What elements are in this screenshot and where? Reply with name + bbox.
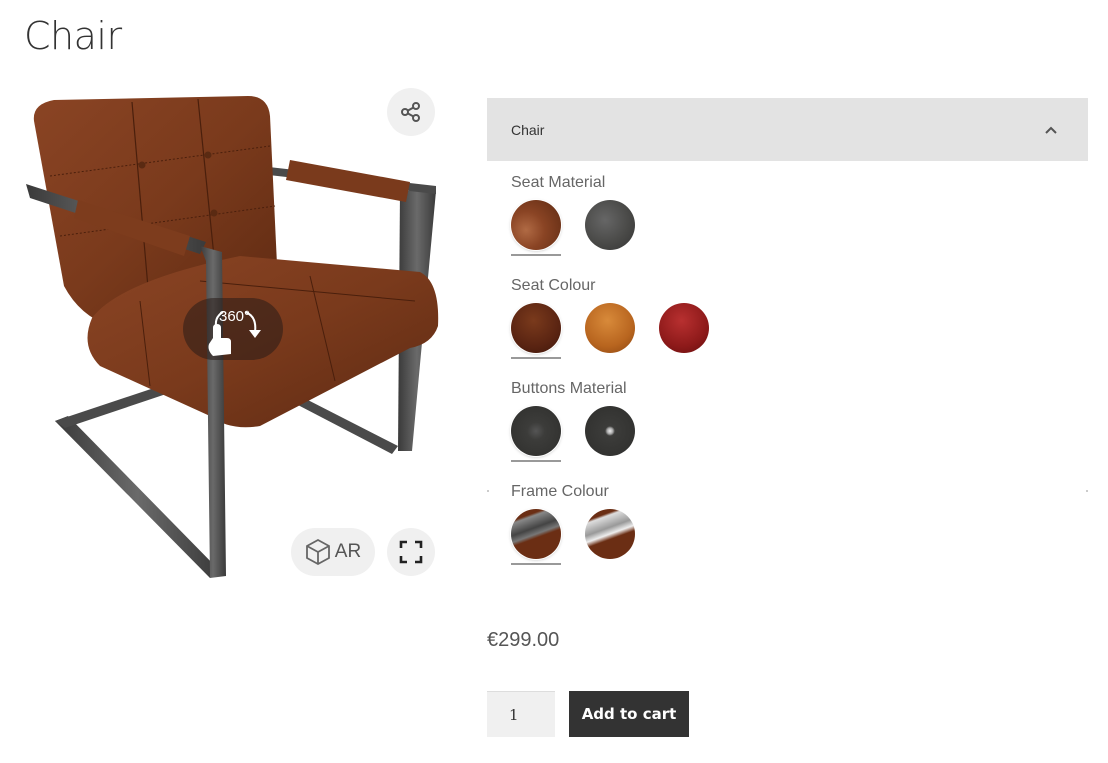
swatch-red[interactable] (659, 303, 709, 353)
cube-icon (305, 538, 330, 566)
share-button[interactable] (387, 88, 435, 136)
quantity-input[interactable] (487, 691, 555, 737)
option-group-seat-colour: Seat Colour (511, 277, 709, 359)
swatch-fabric-button[interactable] (511, 406, 561, 462)
product-price: €299.00 (487, 629, 560, 651)
swatch-chrome[interactable] (585, 509, 635, 559)
option-group-seat-material: Seat Material (511, 174, 635, 256)
rotate-360-hint: 360° (183, 298, 283, 360)
swatch-dark-brown[interactable] (511, 303, 561, 359)
ar-label: AR (334, 541, 362, 562)
swatch-metal-button[interactable] (585, 406, 635, 456)
fullscreen-icon (399, 540, 423, 564)
option-group-buttons-material: Buttons Material (511, 380, 635, 462)
swatch-dark-steel[interactable] (511, 509, 561, 565)
chevron-up-icon[interactable] (1044, 125, 1058, 135)
3d-viewer[interactable]: 360° AR (20, 86, 450, 586)
fullscreen-button[interactable] (387, 528, 435, 576)
swatch-tan[interactable] (585, 303, 635, 353)
page-title: Chair (24, 14, 122, 58)
accordion-body: Seat Material Seat Colour Buttons Materi… (487, 161, 1088, 589)
accordion-header-chair[interactable]: Chair (487, 98, 1088, 161)
panel-corner (1086, 490, 1088, 492)
option-group-frame-colour: Frame Colour (511, 483, 635, 565)
panel-corner (487, 490, 489, 492)
configurator-panel: Chair Seat Material Seat Colour Buttons … (487, 98, 1088, 589)
swatch-brown-leather[interactable] (511, 200, 561, 256)
share-icon (401, 102, 420, 122)
accordion-title: Chair (511, 121, 545, 138)
option-group-label: Seat Colour (511, 277, 596, 294)
swatch-grey-fabric[interactable] (585, 200, 635, 250)
add-to-cart-button[interactable]: Add to cart (569, 691, 689, 737)
option-group-label: Frame Colour (511, 483, 609, 500)
option-group-label: Seat Material (511, 174, 606, 191)
rotate-hand-icon (208, 311, 261, 356)
ar-button[interactable]: AR (291, 528, 375, 576)
option-group-label: Buttons Material (511, 380, 627, 397)
